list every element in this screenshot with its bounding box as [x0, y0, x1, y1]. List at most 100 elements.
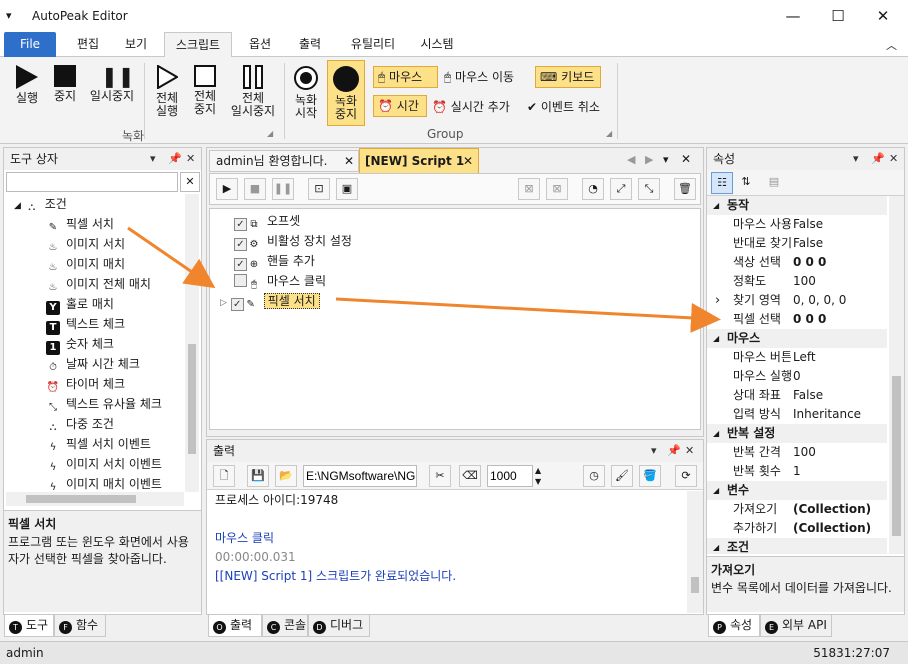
- record-start-button[interactable]: 녹화 시작: [288, 65, 324, 120]
- script-item-offset[interactable]: ✓ ⧉ 오프셋: [234, 211, 300, 231]
- toolbox-item[interactable]: ⛬ 다중 조건: [46, 414, 186, 434]
- toolbox-item[interactable]: ⏰ 타이머 체크: [46, 374, 186, 394]
- pause-icon[interactable]: ❚❚: [272, 178, 294, 200]
- tab-output[interactable]: O 출력: [208, 615, 262, 637]
- dialog-launcher-icon[interactable]: ◢: [606, 129, 612, 138]
- property-row[interactable]: 마우스 실행 0: [707, 367, 887, 386]
- dialog-launcher-icon[interactable]: ◢: [267, 129, 273, 138]
- property-row[interactable]: 정확도 100: [707, 272, 887, 291]
- scroll-thumb[interactable]: [892, 376, 901, 536]
- property-category[interactable]: ◢ 마우스: [707, 329, 887, 348]
- dropdown-icon[interactable]: ▾: [853, 152, 859, 165]
- collapse-ribbon-icon[interactable]: ︿: [886, 37, 897, 53]
- tab-list-icon[interactable]: ▾: [663, 153, 669, 166]
- toolbox-item[interactable]: 1 숫자 체크: [46, 334, 186, 355]
- maximize-button[interactable]: ☐: [815, 0, 861, 32]
- property-row[interactable]: 반복 간격 100: [707, 443, 887, 462]
- toolbox-item[interactable]: ⏱ 날짜 시간 체크: [46, 354, 186, 374]
- clean-icon[interactable]: ✂: [429, 465, 451, 487]
- toolbox-item[interactable]: ϟ 이미지 매치 이벤트: [46, 474, 186, 492]
- close-tab-icon[interactable]: ✕: [344, 151, 354, 171]
- toolbox-item[interactable]: ✎ 픽셀 서치: [46, 214, 186, 234]
- run-button[interactable]: 실행: [10, 65, 44, 105]
- property-row[interactable]: 상대 좌표 False: [707, 386, 887, 405]
- collapse-arrow-icon[interactable]: ◢: [713, 196, 719, 215]
- tab-console[interactable]: C 콘솔: [262, 615, 308, 637]
- stop-icon[interactable]: ■: [244, 178, 266, 200]
- close-doc-icon[interactable]: ✕: [681, 152, 691, 166]
- tab-view[interactable]: 보기: [114, 32, 158, 57]
- close-icon[interactable]: ✕: [889, 152, 898, 165]
- close-tab-icon[interactable]: ✕: [463, 149, 473, 173]
- toolbox-item[interactable]: ϟ 이미지 서치 이벤트: [46, 454, 186, 474]
- close-icon[interactable]: ✕: [685, 444, 694, 457]
- property-category[interactable]: ◢ 조건: [707, 538, 887, 554]
- realtime-add-toggle[interactable]: ⏰ 실시간 추가: [432, 98, 510, 115]
- toolbox-scrollbar[interactable]: [185, 194, 199, 492]
- script-item-mouse-click[interactable]: 🖱 마우스 클릭: [234, 271, 326, 291]
- scroll-thumb[interactable]: [691, 577, 699, 593]
- record-stop-button[interactable]: 녹화 중지: [327, 60, 365, 126]
- collapse-arrow-icon[interactable]: ◢: [713, 481, 719, 500]
- checkbox-checked[interactable]: ✓: [234, 258, 247, 271]
- scroll-right-icon[interactable]: ▶: [645, 153, 653, 166]
- toolbox-item[interactable]: ⤡ 텍스트 유사율 체크: [46, 394, 186, 414]
- new-file-icon[interactable]: 🗋: [213, 465, 235, 487]
- property-value[interactable]: (Collection): [791, 500, 871, 519]
- spinner-icon[interactable]: ▲ ▼: [535, 465, 541, 487]
- close-button[interactable]: ✕: [860, 0, 906, 32]
- toolbox-item[interactable]: T 텍스트 체크: [46, 314, 186, 335]
- collapse-icon[interactable]: ⤡: [638, 178, 660, 200]
- close-icon[interactable]: ✕: [186, 152, 195, 165]
- run-from-icon[interactable]: ▣: [336, 178, 358, 200]
- property-value[interactable]: (Collection): [791, 519, 871, 538]
- toolbox-item[interactable]: ♨ 이미지 서치: [46, 234, 186, 254]
- expand-arrow-icon[interactable]: ▷: [220, 298, 227, 308]
- property-row[interactable]: 가져오기 (Collection): [707, 500, 887, 519]
- line-count-input[interactable]: [487, 465, 533, 487]
- run-all-button[interactable]: 전체 실행: [150, 64, 184, 118]
- property-row[interactable]: 색상 선택 0 0 0: [707, 253, 887, 272]
- time-toggle[interactable]: ⏰ 시간: [373, 95, 427, 117]
- property-value[interactable]: 0 0 0: [791, 253, 826, 272]
- mouse-toggle[interactable]: 🖱 마우스: [373, 66, 438, 88]
- property-value[interactable]: False: [791, 386, 823, 405]
- toolbox-hscrollbar[interactable]: [6, 492, 184, 506]
- property-value[interactable]: 0 0 0: [791, 310, 826, 329]
- tab-properties[interactable]: P 속성: [708, 615, 760, 637]
- toolbox-item[interactable]: ϟ 픽셀 서치 이벤트: [46, 434, 186, 454]
- property-pages-icon[interactable]: ▤: [763, 172, 785, 194]
- scroll-thumb[interactable]: [188, 344, 196, 454]
- tab-utility[interactable]: 유틸리티: [338, 32, 408, 57]
- clear-search-button[interactable]: ✕: [180, 172, 200, 192]
- pause-all-button[interactable]: 전체 일시중지: [226, 65, 280, 118]
- log-path-input[interactable]: [303, 465, 417, 487]
- collapse-arrow-icon[interactable]: ◢: [713, 424, 719, 443]
- eraser-icon[interactable]: ⌫: [459, 465, 481, 487]
- output-scrollbar[interactable]: [687, 491, 703, 613]
- disable-all-icon[interactable]: ⊠: [546, 178, 568, 200]
- script-item-add-handle[interactable]: ✓ ⊕ 핸들 추가: [234, 251, 315, 271]
- timer-icon[interactable]: ◔: [582, 178, 604, 200]
- sort-alpha-icon[interactable]: ⇅: [735, 172, 757, 194]
- tab-edit[interactable]: 편집: [66, 32, 110, 57]
- hscroll-thumb[interactable]: [26, 495, 136, 503]
- pin-icon[interactable]: 📌: [168, 152, 182, 165]
- tab-script[interactable]: 스크립트: [164, 32, 232, 58]
- tab-system[interactable]: 시스템: [412, 32, 462, 57]
- delete-icon[interactable]: 🗑: [674, 178, 696, 200]
- expand-icon[interactable]: ⤢: [610, 178, 632, 200]
- doc-tab-script[interactable]: [NEW] Script 1 ✕: [359, 148, 479, 173]
- dropdown-icon[interactable]: ▾: [150, 152, 156, 165]
- collapse-arrow-icon[interactable]: ◢: [713, 538, 719, 554]
- tab-options[interactable]: 옵션: [238, 32, 282, 57]
- script-item-pixel-search[interactable]: ▷ ✓ ✎ 픽셀 서치: [220, 291, 320, 311]
- refresh-icon[interactable]: ⟳: [675, 465, 697, 487]
- paint-bucket-icon[interactable]: 🪣: [639, 465, 661, 487]
- tab-external-api[interactable]: E 외부 API: [760, 615, 832, 637]
- properties-scrollbar[interactable]: [889, 196, 904, 554]
- toolbox-item[interactable]: ♨ 이미지 매치: [46, 254, 186, 274]
- stop-all-button[interactable]: 전체 중지: [188, 65, 222, 116]
- property-category[interactable]: ◢ 동작: [707, 196, 887, 215]
- checkbox-checked[interactable]: ✓: [230, 298, 244, 311]
